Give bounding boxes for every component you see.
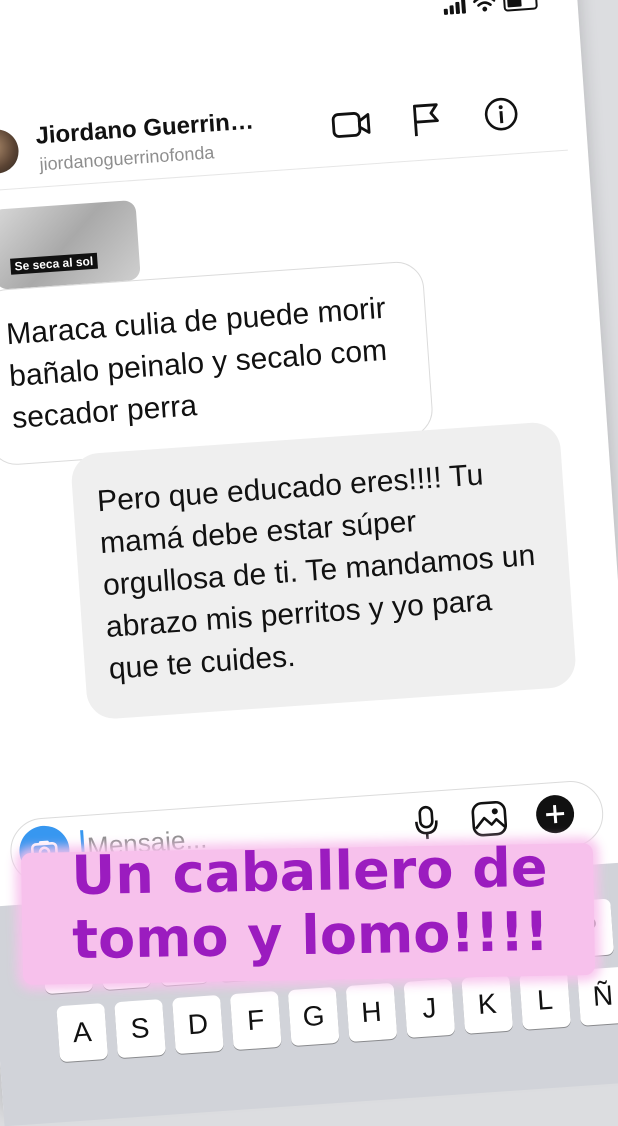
- key-q[interactable]: Q: [42, 935, 94, 994]
- status-bar: [443, 0, 538, 16]
- microphone-icon[interactable]: [404, 801, 449, 846]
- key-k[interactable]: K: [461, 975, 513, 1034]
- video-call-icon[interactable]: [329, 105, 373, 144]
- key-s[interactable]: S: [114, 999, 166, 1058]
- add-icon[interactable]: [533, 792, 578, 837]
- battery-icon: [503, 0, 538, 12]
- key-h[interactable]: H: [346, 983, 398, 1042]
- key-o[interactable]: O: [504, 903, 556, 962]
- key-t[interactable]: T: [273, 919, 325, 978]
- key-l[interactable]: L: [519, 971, 571, 1030]
- story-reply-thumbnail[interactable]: Se seca al sol: [0, 200, 141, 290]
- gallery-icon[interactable]: [467, 796, 512, 841]
- wifi-icon: [473, 0, 496, 13]
- key-f[interactable]: F: [230, 991, 282, 1050]
- flag-icon[interactable]: [404, 100, 448, 139]
- contact-name[interactable]: Jiordano Guerrin…: [35, 107, 255, 150]
- avatar[interactable]: [0, 128, 20, 175]
- camera-button[interactable]: [18, 824, 71, 877]
- chat-header: Jiordano Guerrin… jiordanoguerrinofonda: [0, 70, 568, 193]
- message-input[interactable]: Mensaje...: [86, 824, 208, 863]
- key-y[interactable]: Y: [331, 915, 383, 974]
- key-a[interactable]: A: [56, 1003, 108, 1062]
- phone-screen: 3 Jiordano Guerrin… jiordanoguerrinofond…: [0, 0, 618, 1111]
- key-w[interactable]: W: [99, 931, 151, 990]
- camera-icon: [30, 838, 60, 864]
- signal-icon: [443, 0, 466, 14]
- key-r[interactable]: R: [215, 923, 267, 982]
- keyboard: Q W E R T Y U I O P A S D F G H J K L Ñ: [0, 861, 618, 1126]
- key-enye[interactable]: Ñ: [577, 967, 618, 1026]
- key-i[interactable]: I: [447, 907, 499, 966]
- sent-message[interactable]: Pero que educado eres!!!! Tu mamá debe e…: [70, 421, 577, 721]
- key-j[interactable]: J: [403, 979, 455, 1038]
- key-p[interactable]: P: [562, 898, 614, 957]
- key-d[interactable]: D: [172, 995, 224, 1054]
- key-u[interactable]: U: [389, 911, 441, 970]
- info-icon[interactable]: [479, 95, 523, 134]
- key-e[interactable]: E: [157, 927, 209, 986]
- key-g[interactable]: G: [288, 987, 340, 1046]
- story-caption: Se seca al sol: [10, 253, 98, 275]
- text-caret: [80, 830, 85, 864]
